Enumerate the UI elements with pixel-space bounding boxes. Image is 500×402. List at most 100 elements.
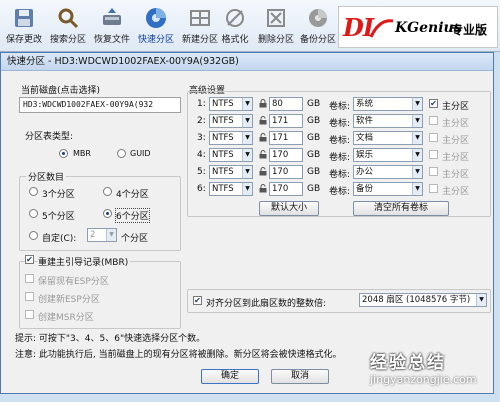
toolbar-format-button[interactable]: 格式化 — [213, 4, 257, 50]
primary-partition-label: 主分区 — [442, 119, 470, 129]
toolbar-restore-button[interactable]: 恢复文件 — [90, 4, 134, 50]
custom-count-select[interactable]: 2 ▼ — [87, 228, 117, 242]
primary-partition-label: 主分区 — [442, 153, 470, 163]
partition-count-6-radio[interactable] — [103, 209, 112, 218]
size-unit-label: GB — [307, 116, 321, 126]
volume-label-prefix: 卷标: — [329, 136, 351, 146]
partition-count-4-label: 4个分区 — [116, 190, 149, 200]
save-icon — [15, 9, 33, 27]
chevron-down-icon: ▼ — [476, 294, 486, 306]
primary-partition-checkbox[interactable] — [429, 116, 438, 125]
chevron-down-icon: ▼ — [242, 98, 252, 110]
toolbar-backup-button[interactable]: 备份分区 — [296, 4, 340, 50]
delete-icon — [267, 9, 285, 27]
cancel-button[interactable]: 取消 — [271, 369, 329, 384]
tip-line-2: 注意: 此功能执行后, 当前磁盘上的现有分区将被删除。新分区将会被快速格式化。 — [15, 350, 342, 360]
partition-count-5-radio[interactable] — [29, 209, 38, 218]
custom-count-suffix: 个分区 — [121, 234, 149, 244]
partition-size-input[interactable]: 170 — [269, 182, 303, 196]
quick-partition-dialog: 快速分区 - HD3:WDCWD1002FAEX-00Y9A(932GB) 当前… — [0, 52, 494, 394]
rebuild-mbr-checkbox[interactable]: ✔ — [25, 255, 34, 264]
volume-label-select[interactable]: 办公 ▼ — [353, 165, 423, 179]
partition-size-input[interactable]: 171 — [269, 114, 303, 128]
align-checkbox[interactable]: ✔ — [193, 296, 202, 305]
unlock-icon[interactable] — [259, 116, 267, 125]
fs-select[interactable]: NTFS ▼ — [209, 131, 253, 145]
unlock-icon[interactable] — [259, 133, 267, 142]
toolbar-delete-button[interactable]: 删除分区 — [254, 4, 298, 50]
fs-select[interactable]: NTFS ▼ — [209, 148, 253, 162]
unlock-icon[interactable] — [259, 184, 267, 193]
toolbar-quick-partition-button[interactable]: 快速分区 — [134, 4, 178, 50]
keep-esp-checkbox[interactable] — [25, 274, 34, 283]
chevron-down-icon: ▼ — [412, 98, 422, 110]
current-disk-label: 当前磁盘(点击选择) — [21, 86, 101, 96]
quick-partition-icon — [146, 8, 166, 28]
volume-label-select[interactable]: 系统 ▼ — [353, 97, 423, 111]
partition-index: 2: — [197, 116, 206, 126]
primary-partition-checkbox[interactable] — [429, 150, 438, 159]
volume-label-select[interactable]: 软件 ▼ — [353, 114, 423, 128]
logo-edition: 专业版 — [451, 23, 488, 37]
toolbar-search-button[interactable]: 搜索分区 — [46, 4, 90, 50]
clear-labels-button[interactable]: 清空所有卷标 — [353, 201, 449, 216]
primary-partition-checkbox[interactable]: ✔ — [429, 99, 438, 108]
primary-partition-label: 主分区 — [442, 136, 470, 146]
search-icon — [58, 8, 79, 29]
volume-label-prefix: 卷标: — [329, 119, 351, 129]
volume-label-select[interactable]: 备份 ▼ — [353, 182, 423, 196]
partition-count-3-label: 3个分区 — [42, 190, 75, 200]
ok-button[interactable]: 确定 — [201, 369, 259, 384]
lock-icon[interactable] — [259, 99, 267, 108]
guid-radio[interactable] — [117, 149, 126, 158]
primary-partition-checkbox[interactable] — [429, 184, 438, 193]
fs-select[interactable]: NTFS ▼ — [209, 182, 253, 196]
volume-label-prefix: 卷标: — [329, 170, 351, 180]
tip-line-1: 提示: 可按下"3、4、5、6"快速选择分区个数。 — [15, 334, 206, 344]
volume-label-select[interactable]: 娱乐 ▼ — [353, 148, 423, 162]
chevron-down-icon: ▼ — [412, 132, 422, 144]
unlock-icon[interactable] — [259, 167, 267, 176]
default-size-button[interactable]: 默认大小 — [259, 201, 319, 216]
size-unit-label: GB — [307, 99, 321, 109]
fs-select[interactable]: NTFS ▼ — [209, 97, 253, 111]
create-msr-label: 创建MSR分区 — [38, 313, 94, 323]
chevron-down-icon: ▼ — [242, 149, 252, 161]
format-icon — [226, 9, 244, 27]
current-disk-field[interactable]: HD3:WDCWD1002FAEX-00Y9A(932 — [19, 97, 181, 113]
partition-count-custom-label: 自定(C): — [42, 234, 77, 244]
volume-label-prefix: 卷标: — [329, 153, 351, 163]
mbr-radio[interactable] — [59, 149, 68, 158]
primary-partition-checkbox[interactable] — [429, 133, 438, 142]
partition-count-title: 分区数目 — [26, 170, 67, 183]
fs-select[interactable]: NTFS ▼ — [209, 114, 253, 128]
create-msr-checkbox[interactable] — [25, 310, 34, 319]
mbr-radio-label: MBR — [73, 149, 91, 158]
main-toolbar: 保存更改 搜索分区 恢复文件 快速分区 新建分区 格式化 删除分区 备份分区 D… — [0, 0, 500, 52]
create-esp-checkbox[interactable] — [25, 292, 34, 301]
volume-label-select[interactable]: 文档 ▼ — [353, 131, 423, 145]
fs-select[interactable]: NTFS ▼ — [209, 165, 253, 179]
partition-count-custom-radio[interactable] — [29, 231, 38, 240]
chevron-down-icon: ▼ — [106, 229, 116, 241]
partition-size-input[interactable]: 170 — [269, 165, 303, 179]
rebuild-mbr-label: 重建主引导记录(MBR) — [38, 255, 131, 268]
toolbar-format-label: 格式化 — [221, 35, 249, 45]
partition-count-3-radio[interactable] — [29, 187, 38, 196]
toolbar-save-button[interactable]: 保存更改 — [2, 4, 46, 50]
primary-partition-checkbox[interactable] — [429, 167, 438, 176]
guid-radio-label: GUID — [130, 149, 151, 158]
partition-count-4-radio[interactable] — [103, 187, 112, 196]
fs-select-value: NTFS — [212, 167, 234, 177]
partition-count-5-label: 5个分区 — [42, 212, 75, 222]
partition-size-input[interactable]: 170 — [269, 148, 303, 162]
toolbar-save-label: 保存更改 — [5, 35, 42, 45]
unlock-icon[interactable] — [259, 150, 267, 159]
partition-size-input[interactable]: 171 — [269, 131, 303, 145]
dialog-title: 快速分区 - HD3:WDCWD1002FAEX-00Y9A(932GB) — [1, 53, 493, 71]
align-sectors-select[interactable]: 2048 扇区 (1048576 字节) ▼ — [359, 293, 487, 307]
restore-icon — [103, 8, 121, 25]
chevron-down-icon: ▼ — [412, 149, 422, 161]
partition-size-input[interactable]: 80 — [269, 97, 303, 111]
volume-label-value: 办公 — [356, 167, 374, 177]
